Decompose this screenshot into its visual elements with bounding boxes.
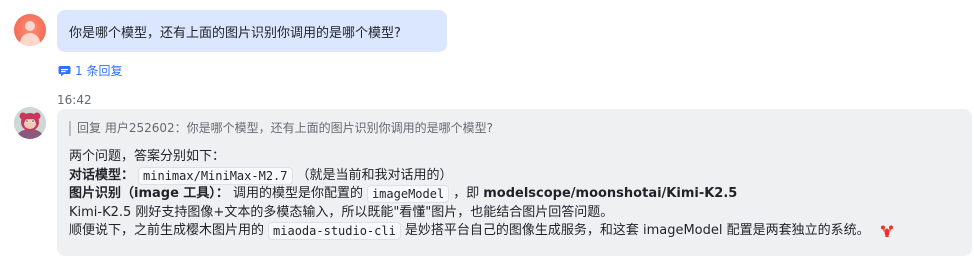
image-model-text-mid: ，即 xyxy=(453,186,480,201)
image-model-code: imageModel xyxy=(366,185,450,204)
comment-icon xyxy=(58,65,71,76)
side-note-text-after: 是妙搭平台自己的图像生成服务，和这套 imageModel 配置是两套独立的系统… xyxy=(404,223,870,238)
bot-avatar-image xyxy=(14,107,46,139)
chat-model-code: minimax/MiniMax-M2.7 xyxy=(138,166,293,185)
answer-intro-line: 两个问题，答案分别如下： xyxy=(69,148,894,167)
image-model-value: modelscope/moonshotai/Kimi-K2.5 xyxy=(483,186,738,201)
avatar-body-shape xyxy=(20,33,40,46)
bot-message-bubble: 回复 用户252602：你是哪个模型，还有上面的图片识别你调用的是哪个模型? 两… xyxy=(57,109,972,256)
chat-model-line: 对话模型： minimax/MiniMax-M2.7 （就是当前和我对话用的） xyxy=(69,166,894,186)
side-note-line: 顺便说下，之前生成樱木图片用的 miaoda-studio-cli 是妙搭平台自… xyxy=(69,222,894,241)
chat-model-note: （就是当前和我对话用的） xyxy=(296,167,453,183)
reply-count-link[interactable]: 1 条回复 xyxy=(58,62,122,79)
avatar-head-shape xyxy=(25,21,35,31)
image-model-line: 图片识别（image 工具）： 调用的模型是你配置的 imageModel ，即… xyxy=(69,185,894,204)
image-model-text-before: 调用的模型是你配置的 xyxy=(232,186,363,201)
answer-intro-text: 两个问题，答案分别如下： xyxy=(69,149,226,164)
bot-avatar[interactable] xyxy=(14,107,46,139)
user-message-text: 你是哪个模型，还有上面的图片识别你调用的是哪个模型? xyxy=(69,25,401,41)
reply-count-label[interactable]: 1 条回复 xyxy=(75,62,122,79)
quoted-reply[interactable]: 回复 用户252602：你是哪个模型，还有上面的图片识别你调用的是哪个模型? xyxy=(69,121,493,136)
user-message-bubble: 你是哪个模型，还有上面的图片识别你调用的是哪个模型? xyxy=(57,10,447,52)
side-note-text-before: 顺便说下，之前生成樱木图片用的 xyxy=(69,223,265,238)
bot-message-content: 两个问题，答案分别如下： 对话模型： minimax/MiniMax-M2.7 … xyxy=(69,148,894,241)
kimi-description-line: Kimi-K2.5 刚好支持图像+文本的多模态输入，所以既能"看懂"图片，也能结… xyxy=(69,204,894,223)
user-avatar[interactable] xyxy=(14,14,46,46)
chat-model-label: 对话模型： xyxy=(69,167,135,183)
kimi-description-text: Kimi-K2.5 刚好支持图像+文本的多模态输入，所以既能"看懂"图片，也能结… xyxy=(69,204,614,220)
side-note-code: miaoda-studio-cli xyxy=(268,222,401,241)
chat-thread: 你是哪个模型，还有上面的图片识别你调用的是哪个模型? 1 条回复 16:42 回… xyxy=(0,0,974,262)
message-timestamp: 16:42 xyxy=(57,93,92,107)
lobster-emoji-icon xyxy=(880,225,893,238)
image-model-label: 图片识别（image 工具）： xyxy=(69,186,229,201)
